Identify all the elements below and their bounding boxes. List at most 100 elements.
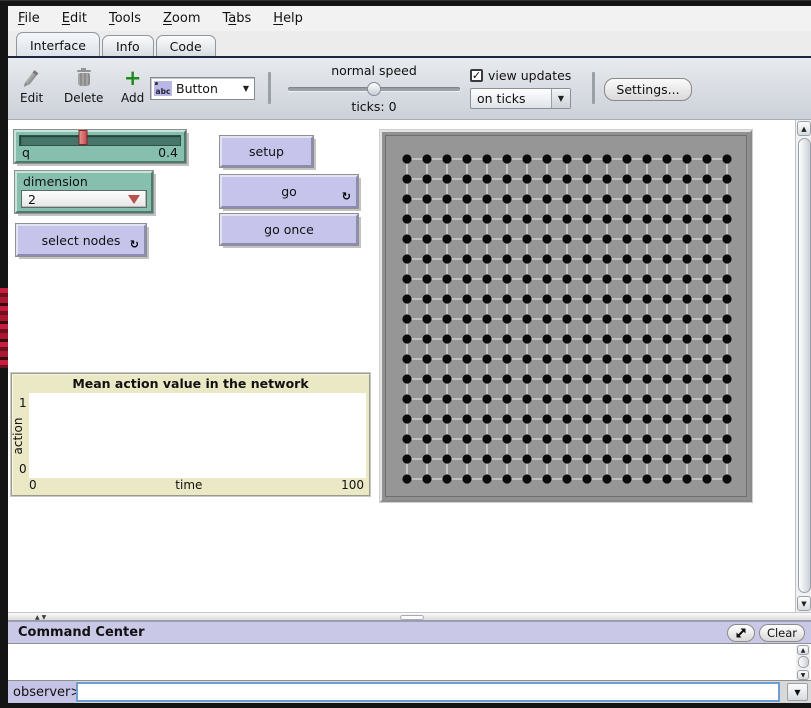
speed-slider-thumb[interactable] (367, 82, 381, 96)
command-history-button[interactable]: ▼ (787, 683, 808, 701)
node-dot (702, 314, 711, 323)
scrollbar-thumb[interactable] (798, 656, 809, 668)
q-slider-value: 0.4 (158, 145, 178, 160)
command-center-orientation-button[interactable] (727, 624, 755, 642)
menu-tools[interactable]: Tools (98, 9, 152, 28)
edit-widget-button[interactable]: Edit (20, 68, 43, 105)
node-dot (402, 314, 411, 323)
node-dot (662, 394, 671, 403)
node-dot (462, 254, 471, 263)
dimension-chooser-select[interactable]: 2 (21, 190, 147, 208)
world-area[interactable] (385, 135, 747, 497)
node-dot (442, 414, 451, 423)
node-dot (682, 334, 691, 343)
command-input[interactable] (76, 682, 780, 702)
node-dot (562, 474, 571, 483)
node-dot (662, 334, 671, 343)
plot-title: Mean action value in the network (12, 374, 369, 391)
dimension-chooser-widget[interactable]: dimension 2 (15, 171, 153, 213)
scrollbar-up-button[interactable]: ▲ (797, 121, 811, 136)
scrollbar-down-button[interactable]: ▼ (797, 596, 811, 611)
netlogo-window: File Edit Tools Zoom Tabs Help Interface… (8, 6, 811, 703)
canvas-vertical-scrollbar[interactable]: ▲ ▼ (795, 120, 811, 612)
node-dot (502, 474, 511, 483)
q-slider-handle[interactable] (79, 130, 88, 145)
add-widget-button[interactable]: + Add (121, 68, 144, 105)
menu-tabs[interactable]: Tabs (211, 9, 262, 28)
node-dot (422, 174, 431, 183)
node-dot (542, 394, 551, 403)
menu-edit[interactable]: Edit (51, 9, 98, 28)
node-dot (682, 394, 691, 403)
chevron-down-icon: ▼ (243, 84, 249, 93)
q-slider-widget[interactable]: q 0.4 (14, 130, 186, 163)
node-dot (542, 214, 551, 223)
select-nodes-button[interactable]: select nodes ↻ (16, 224, 146, 256)
command-center-output[interactable]: ▲ ▼ (8, 643, 811, 681)
pencil-icon (29, 68, 34, 88)
delete-widget-button[interactable]: Delete (64, 68, 103, 105)
node-dot (562, 154, 571, 163)
go-once-button[interactable]: go once (220, 214, 358, 245)
node-dot (582, 254, 591, 263)
setup-button[interactable]: setup (220, 136, 313, 167)
node-dot (702, 154, 711, 163)
node-dot (462, 394, 471, 403)
menu-zoom[interactable]: Zoom (152, 9, 211, 28)
tab-info[interactable]: Info (102, 35, 154, 56)
node-dot (602, 234, 611, 243)
speed-slider-group: normal speed ticks: 0 (288, 63, 460, 114)
node-dot (482, 194, 491, 203)
node-dot (582, 214, 591, 223)
node-dot (602, 474, 611, 483)
command-center-splitter[interactable]: ▲▼ (8, 612, 811, 621)
update-mode-combo[interactable]: on ticks ▼ (470, 88, 571, 109)
node-dot (502, 154, 511, 163)
node-dot (502, 254, 511, 263)
widget-type-combo[interactable]: abc Button ▼ (150, 77, 255, 100)
node-dot (542, 334, 551, 343)
node-dot (702, 334, 711, 343)
menu-bar: File Edit Tools Zoom Tabs Help (8, 6, 811, 31)
output-scrollbar[interactable]: ▲ ▼ (796, 645, 810, 680)
node-dot (502, 394, 511, 403)
node-dot (622, 254, 631, 263)
combo-arrow-button[interactable]: ▼ (551, 89, 570, 108)
node-dot (442, 474, 451, 483)
view-updates-checkbox[interactable]: ✓ (470, 69, 483, 82)
world-view-widget[interactable] (380, 130, 752, 502)
node-dot (602, 454, 611, 463)
node-dot (602, 174, 611, 183)
node-dot (702, 234, 711, 243)
scrollbar-down-button[interactable]: ▼ (797, 670, 809, 680)
node-dot (562, 194, 571, 203)
node-dot (722, 254, 731, 263)
settings-button[interactable]: Settings... (604, 78, 692, 101)
menu-help[interactable]: Help (262, 9, 314, 28)
menu-file[interactable]: File (18, 9, 51, 28)
node-dot (602, 394, 611, 403)
splitter-grip[interactable] (400, 615, 424, 620)
clear-button[interactable]: Clear (759, 624, 805, 642)
tab-code[interactable]: Code (156, 35, 216, 56)
node-dot (682, 174, 691, 183)
node-dot (482, 234, 491, 243)
node-dot (522, 254, 531, 263)
node-dot (602, 374, 611, 383)
x-axis-label: time (175, 478, 202, 492)
mean-action-plot[interactable]: Mean action value in the network 1 0 act… (11, 373, 370, 496)
scrollbar-up-button[interactable]: ▲ (797, 645, 809, 655)
splitter-toggle-arrows[interactable]: ▲▼ (35, 614, 48, 621)
node-dot (482, 414, 491, 423)
scrollbar-thumb[interactable] (798, 138, 811, 593)
node-dot (522, 194, 531, 203)
ticks-counter: ticks: 0 (288, 99, 460, 114)
node-dot (722, 174, 731, 183)
node-dot (402, 374, 411, 383)
speed-slider[interactable] (288, 81, 460, 97)
node-dot (722, 154, 731, 163)
command-center-title: Command Center (18, 625, 144, 640)
tab-interface[interactable]: Interface (16, 32, 100, 56)
go-button[interactable]: go ↻ (220, 175, 358, 208)
node-dot (622, 414, 631, 423)
